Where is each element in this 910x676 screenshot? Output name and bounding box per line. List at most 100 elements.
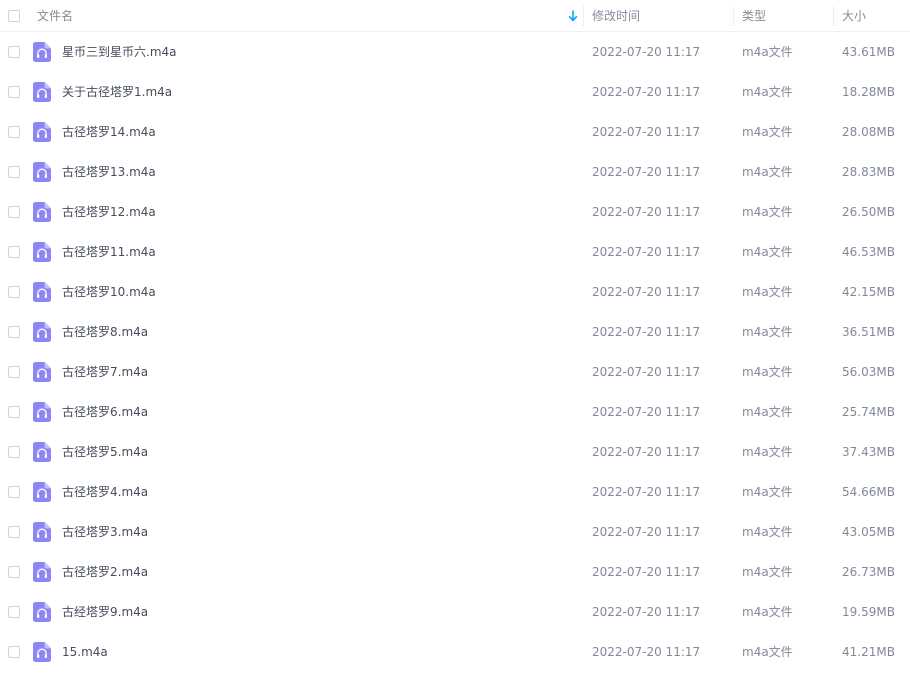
audio-file-icon bbox=[33, 362, 51, 382]
file-row[interactable]: 古径塔罗3.m4a 2022-07-20 11:17 m4a文件 43.05MB bbox=[0, 512, 910, 552]
row-checkbox[interactable] bbox=[8, 246, 20, 258]
file-name[interactable]: 古径塔罗8.m4a bbox=[62, 312, 148, 352]
file-size: 19.59MB bbox=[842, 605, 895, 619]
file-name[interactable]: 15.m4a bbox=[62, 632, 108, 672]
audio-file-icon bbox=[33, 122, 51, 142]
row-checkbox[interactable] bbox=[8, 86, 20, 98]
file-size: 43.61MB bbox=[842, 45, 895, 59]
audio-file-icon bbox=[33, 402, 51, 422]
file-name[interactable]: 星币三到星币六.m4a bbox=[62, 32, 177, 72]
row-checkbox[interactable] bbox=[8, 166, 20, 178]
file-modified-time: 2022-07-20 11:17 bbox=[592, 45, 701, 59]
file-size: 36.51MB bbox=[842, 325, 895, 339]
file-modified-time: 2022-07-20 11:17 bbox=[592, 205, 701, 219]
file-row[interactable]: 古径塔罗8.m4a 2022-07-20 11:17 m4a文件 36.51MB bbox=[0, 312, 910, 352]
audio-file-icon bbox=[33, 162, 51, 182]
row-checkbox[interactable] bbox=[8, 406, 20, 418]
audio-file-icon bbox=[33, 562, 51, 582]
file-name[interactable]: 古径塔罗4.m4a bbox=[62, 472, 148, 512]
file-row[interactable]: 古经塔罗9.m4a 2022-07-20 11:17 m4a文件 19.59MB bbox=[0, 592, 910, 632]
row-checkbox[interactable] bbox=[8, 566, 20, 578]
file-row[interactable]: 古径塔罗7.m4a 2022-07-20 11:17 m4a文件 56.03MB bbox=[0, 352, 910, 392]
column-divider[interactable] bbox=[583, 6, 584, 26]
row-checkbox[interactable] bbox=[8, 126, 20, 138]
file-row[interactable]: 古径塔罗5.m4a 2022-07-20 11:17 m4a文件 37.43MB bbox=[0, 432, 910, 472]
row-checkbox[interactable] bbox=[8, 526, 20, 538]
file-name[interactable]: 古径塔罗11.m4a bbox=[62, 232, 156, 272]
row-checkbox[interactable] bbox=[8, 606, 20, 618]
file-row[interactable]: 古径塔罗13.m4a 2022-07-20 11:17 m4a文件 28.83M… bbox=[0, 152, 910, 192]
file-size: 56.03MB bbox=[842, 365, 895, 379]
file-name[interactable]: 古径塔罗3.m4a bbox=[62, 512, 148, 552]
file-row[interactable]: 星币三到星币六.m4a 2022-07-20 11:17 m4a文件 43.61… bbox=[0, 32, 910, 72]
file-row[interactable]: 古径塔罗2.m4a 2022-07-20 11:17 m4a文件 26.73MB bbox=[0, 552, 910, 592]
file-modified-time: 2022-07-20 11:17 bbox=[592, 165, 701, 179]
file-modified-time: 2022-07-20 11:17 bbox=[592, 125, 701, 139]
file-list-header: 文件名 修改时间 类型 大小 bbox=[0, 0, 910, 32]
row-checkbox[interactable] bbox=[8, 646, 20, 658]
file-type: m4a文件 bbox=[742, 205, 793, 219]
column-header-name[interactable]: 文件名 bbox=[37, 0, 73, 32]
sort-descending-arrow-icon[interactable] bbox=[567, 9, 579, 23]
file-name[interactable]: 古径塔罗13.m4a bbox=[62, 152, 156, 192]
file-name[interactable]: 古径塔罗5.m4a bbox=[62, 432, 148, 472]
column-header-modified[interactable]: 修改时间 bbox=[592, 0, 640, 32]
file-name[interactable]: 古径塔罗6.m4a bbox=[62, 392, 148, 432]
file-row[interactable]: 古径塔罗6.m4a 2022-07-20 11:17 m4a文件 25.74MB bbox=[0, 392, 910, 432]
file-row[interactable]: 15.m4a 2022-07-20 11:17 m4a文件 41.21MB bbox=[0, 632, 910, 672]
file-name[interactable]: 古经塔罗9.m4a bbox=[62, 592, 148, 632]
audio-file-icon bbox=[33, 322, 51, 342]
file-type: m4a文件 bbox=[742, 405, 793, 419]
file-row[interactable]: 古径塔罗11.m4a 2022-07-20 11:17 m4a文件 46.53M… bbox=[0, 232, 910, 272]
file-modified-time: 2022-07-20 11:17 bbox=[592, 365, 701, 379]
file-type: m4a文件 bbox=[742, 645, 793, 659]
column-header-type[interactable]: 类型 bbox=[742, 0, 766, 32]
file-type: m4a文件 bbox=[742, 445, 793, 459]
select-all-checkbox[interactable] bbox=[8, 10, 20, 22]
file-size: 28.08MB bbox=[842, 125, 895, 139]
row-checkbox[interactable] bbox=[8, 446, 20, 458]
file-size: 41.21MB bbox=[842, 645, 895, 659]
file-row[interactable]: 古径塔罗10.m4a 2022-07-20 11:17 m4a文件 42.15M… bbox=[0, 272, 910, 312]
audio-file-icon bbox=[33, 282, 51, 302]
file-modified-time: 2022-07-20 11:17 bbox=[592, 485, 701, 499]
column-header-size[interactable]: 大小 bbox=[842, 0, 866, 32]
file-type: m4a文件 bbox=[742, 245, 793, 259]
file-size: 26.50MB bbox=[842, 205, 895, 219]
file-modified-time: 2022-07-20 11:17 bbox=[592, 445, 701, 459]
audio-file-icon bbox=[33, 202, 51, 222]
row-checkbox[interactable] bbox=[8, 286, 20, 298]
file-row[interactable]: 古径塔罗4.m4a 2022-07-20 11:17 m4a文件 54.66MB bbox=[0, 472, 910, 512]
row-checkbox[interactable] bbox=[8, 46, 20, 58]
audio-file-icon bbox=[33, 482, 51, 502]
row-checkbox[interactable] bbox=[8, 486, 20, 498]
audio-file-icon bbox=[33, 442, 51, 462]
file-row[interactable]: 古径塔罗14.m4a 2022-07-20 11:17 m4a文件 28.08M… bbox=[0, 112, 910, 152]
file-size: 37.43MB bbox=[842, 445, 895, 459]
file-type: m4a文件 bbox=[742, 85, 793, 99]
column-divider[interactable] bbox=[833, 6, 834, 26]
audio-file-icon bbox=[33, 602, 51, 622]
file-modified-time: 2022-07-20 11:17 bbox=[592, 325, 701, 339]
row-checkbox[interactable] bbox=[8, 206, 20, 218]
file-list: 文件名 修改时间 类型 大小 星币三到星币六.m4a 2022-07-20 11… bbox=[0, 0, 910, 676]
file-row[interactable]: 古径塔罗12.m4a 2022-07-20 11:17 m4a文件 26.50M… bbox=[0, 192, 910, 232]
file-name[interactable]: 古径塔罗7.m4a bbox=[62, 352, 148, 392]
file-type: m4a文件 bbox=[742, 165, 793, 179]
file-name[interactable]: 古径塔罗2.m4a bbox=[62, 552, 148, 592]
file-name[interactable]: 古径塔罗14.m4a bbox=[62, 112, 156, 152]
file-name[interactable]: 古径塔罗12.m4a bbox=[62, 192, 156, 232]
row-checkbox[interactable] bbox=[8, 366, 20, 378]
file-row[interactable]: 关于古径塔罗1.m4a 2022-07-20 11:17 m4a文件 18.28… bbox=[0, 72, 910, 112]
file-name[interactable]: 关于古径塔罗1.m4a bbox=[62, 72, 172, 112]
file-size: 18.28MB bbox=[842, 85, 895, 99]
file-type: m4a文件 bbox=[742, 285, 793, 299]
row-checkbox[interactable] bbox=[8, 326, 20, 338]
file-type: m4a文件 bbox=[742, 485, 793, 499]
file-type: m4a文件 bbox=[742, 605, 793, 619]
file-modified-time: 2022-07-20 11:17 bbox=[592, 85, 701, 99]
column-divider[interactable] bbox=[733, 6, 734, 26]
file-size: 46.53MB bbox=[842, 245, 895, 259]
file-name[interactable]: 古径塔罗10.m4a bbox=[62, 272, 156, 312]
file-size: 42.15MB bbox=[842, 285, 895, 299]
